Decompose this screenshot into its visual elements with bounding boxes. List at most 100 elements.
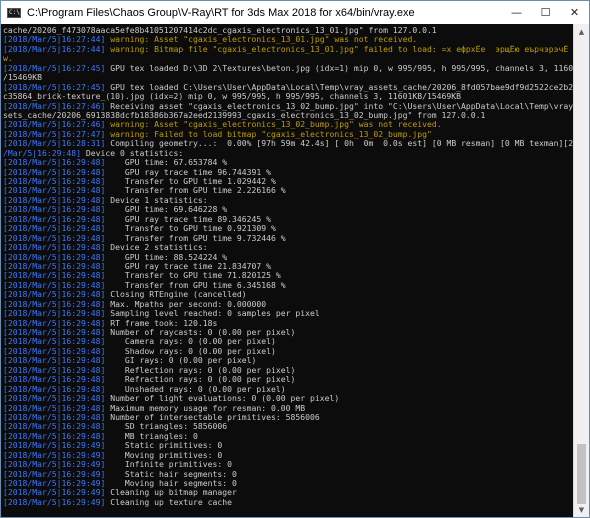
log-message-text: Receiving asset "cgaxis_electronics_13_0… xyxy=(105,101,574,111)
log-timestamp: [2018/Mar/5|16:27:44] xyxy=(3,35,106,45)
log-timestamp: [2018/Mar/5|16:29:49] xyxy=(3,469,106,479)
log-timestamp: [2018/Mar/5|16:29:48] xyxy=(3,290,106,300)
log-timestamp: [2018/Mar/5|16:29:48] xyxy=(3,318,106,328)
console-line: [2018/Mar/5|16:29:49] Cleaning up textur… xyxy=(3,498,574,507)
log-timestamp: [2018/Mar/5|16:27:45] xyxy=(3,63,106,73)
log-warning-text: warning: Failed to load bitmap "cgaxis_e… xyxy=(105,129,432,139)
log-message-text: Maximum memory usage for resman: 0.00 MB xyxy=(105,403,306,413)
console-line: [2018/Mar/5|16:29:48] Sampling level rea… xyxy=(3,309,574,318)
console-line: [2018/Mar/5|16:29:48] SD triangles: 5856… xyxy=(3,422,574,431)
console-output[interactable]: cache/20206_f473078aaca5efe8b41051207414… xyxy=(3,26,574,517)
log-timestamp: [2018/Mar/5|16:29:48] xyxy=(3,252,106,262)
log-message-text: Device 1 statistics: xyxy=(105,195,208,205)
scroll-up-arrow-icon[interactable]: ▲ xyxy=(574,24,589,39)
console-line: [2018/Mar/5|16:29:48] Transfer to GPU ti… xyxy=(3,224,574,233)
log-message-text: GPU tex loaded C:\Users\User\AppData\Loc… xyxy=(105,82,574,92)
log-message-text: Refraction rays: 0 (0.00 per pixel) xyxy=(105,375,296,385)
console-app-icon[interactable]: C:\ xyxy=(7,7,21,18)
console-line: [2018/Mar/5|16:27:44] warning: Bitmap fi… xyxy=(3,45,574,54)
log-timestamp: [2018/Mar/5|16:29:48] xyxy=(3,271,106,281)
log-message-text: GI rays: 0 (0.00 per pixel) xyxy=(105,356,257,366)
maximize-button[interactable]: ☐ xyxy=(531,1,560,24)
log-message-text: Transfer to GPU time 71.820125 % xyxy=(105,271,281,281)
console-line: [2018/Mar/5|16:29:48] Shadow rays: 0 (0.… xyxy=(3,347,574,356)
console-line: [2018/Mar/5|16:29:48] GPU ray trace time… xyxy=(3,168,574,177)
log-timestamp: [2018/Mar/5|16:29:48] xyxy=(3,158,106,168)
console-line: sets_cache/20206_6913838dcfb18386b367a2e… xyxy=(3,111,574,120)
log-timestamp: [2018/Mar/5|16:29:48] xyxy=(3,205,106,215)
log-message-text: Moving primitives: 0 xyxy=(105,450,223,460)
log-timestamp: [2018/Mar/5|16:29:48] xyxy=(3,177,106,186)
console-line: [2018/Mar/5|16:29:48] Reflection rays: 0… xyxy=(3,366,574,375)
log-message-text: GPU time: 67.653784 % xyxy=(105,158,228,168)
log-timestamp: [2018/Mar/5|16:27:45] xyxy=(3,82,106,92)
log-message-text: Camera rays: 0 (0.00 per pixel) xyxy=(105,337,276,347)
log-timestamp: [2018/Mar/5|16:27:47] xyxy=(3,129,106,139)
log-message-text: Device 0 statistics: xyxy=(80,148,184,158)
console-line: [2018/Mar/5|16:27:47] warning: Failed to… xyxy=(3,130,574,139)
console-line: [2018/Mar/5|16:29:49] Infinite primitive… xyxy=(3,460,574,469)
console-line: [2018/Mar/5|16:27:44] warning: Asset "cg… xyxy=(3,35,574,44)
console-line: [2018/Mar/5|16:29:48] Number of intersec… xyxy=(3,413,574,422)
log-timestamp: [2018/Mar/5|16:29:48] xyxy=(3,337,106,347)
console-line: [2018/Mar/5|16:29:48] GPU time: 69.64622… xyxy=(3,205,574,214)
console-app-icon-label: C:\ xyxy=(9,8,20,16)
log-timestamp: [2018/Mar/5|16:29:48] xyxy=(3,422,106,432)
log-message-text: Static primitives: 0 xyxy=(105,441,223,451)
console-line: [2018/Mar/5|16:29:48] Maximum memory usa… xyxy=(3,404,574,413)
log-warning-text: w. xyxy=(3,54,13,64)
log-timestamp: [2018/Mar/5|16:29:48] xyxy=(3,384,106,394)
console-line: [2018/Mar/5|16:29:49] Cleaning up bitmap… xyxy=(3,488,574,497)
console-line: [2018/Mar/5|16:29:48] Transfer from GPU … xyxy=(3,186,574,195)
console-line: [2018/Mar/5|16:29:48] Closing RTEngine (… xyxy=(3,290,574,299)
close-button[interactable]: ✕ xyxy=(560,1,589,24)
log-message-text: MB triangles: 0 xyxy=(105,431,198,441)
console-line: [2018/Mar/5|16:27:46] Receiving asset "c… xyxy=(3,102,574,111)
console-line: [2018/Mar/5|16:29:48] Device 1 statistic… xyxy=(3,196,574,205)
log-message-text: GPU tex loaded D:\3D 2\Textures\beton.jp… xyxy=(105,63,574,73)
vertical-scrollbar[interactable]: ▲ ▼ xyxy=(573,24,589,517)
log-timestamp: [2018/Mar/5|16:29:48] xyxy=(3,412,106,422)
console-line: /Mar/5|16:29:48] Device 0 statistics: xyxy=(3,149,574,158)
log-timestamp: [2018/Mar/5|16:29:48] xyxy=(3,167,106,177)
console-line: [2018/Mar/5|16:29:49] Moving hair segmen… xyxy=(3,479,574,488)
log-timestamp: [2018/Mar/5|16:29:49] xyxy=(3,450,106,460)
log-message-text: /15469KB xyxy=(3,73,42,83)
log-timestamp: [2018/Mar/5|16:27:44] xyxy=(3,44,106,54)
log-timestamp: [2018/Mar/5|16:29:49] xyxy=(3,460,106,470)
window-controls: — ☐ ✕ xyxy=(502,1,589,24)
console-line: [2018/Mar/5|16:29:48] GI rays: 0 (0.00 p… xyxy=(3,356,574,365)
log-timestamp: [2018/Mar/5|16:28:31] xyxy=(3,139,106,149)
log-message-text: Number of raycasts: 0 (0.00 per pixel) xyxy=(105,328,296,337)
log-message-text: GPU ray trace time 96.744391 % xyxy=(105,167,272,177)
window-title: C:\Program Files\Chaos Group\V-Ray\RT fo… xyxy=(27,6,415,19)
scroll-down-arrow-icon[interactable]: ▼ xyxy=(574,502,589,517)
log-message-text: Number of light evaluations: 0 (0.00 per… xyxy=(105,394,340,404)
console-line: [2018/Mar/5|16:29:49] Moving primitives:… xyxy=(3,451,574,460)
log-message-text: GPU time: 88.524224 % xyxy=(105,252,228,262)
log-timestamp: [2018/Mar/5|16:29:49] xyxy=(3,441,106,451)
console-line: [2018/Mar/5|16:29:48] Transfer from GPU … xyxy=(3,281,574,290)
log-message-text: Compiling geometry...: 0.00% [97h 59m 42… xyxy=(105,139,574,149)
console-line: [2018/Mar/5|16:29:48] Number of raycasts… xyxy=(3,328,574,337)
console-line: [2018/Mar/5|16:29:48] Unshaded rays: 0 (… xyxy=(3,385,574,394)
log-message-text: Transfer to GPU time 1.029442 % xyxy=(105,177,276,186)
console-line: [2018/Mar/5|16:27:45] GPU tex loaded D:\… xyxy=(3,64,574,73)
console-line: [2018/Mar/5|16:28:31] Compiling geometry… xyxy=(3,139,574,148)
log-message-text: Transfer to GPU time 0.921309 % xyxy=(105,224,276,234)
log-timestamp: [2018/Mar/5|16:29:48] xyxy=(3,356,106,366)
title-bar[interactable]: C:\ C:\Program Files\Chaos Group\V-Ray\R… xyxy=(1,1,589,24)
log-message-text: Transfer from GPU time 2.226166 % xyxy=(105,186,286,196)
log-timestamp: [2018/Mar/5|16:29:48] xyxy=(3,280,106,290)
log-timestamp: [2018/Mar/5|16:29:48] xyxy=(3,243,106,253)
scroll-thumb[interactable] xyxy=(577,444,586,504)
minimize-button[interactable]: — xyxy=(502,1,531,24)
console-line: [2018/Mar/5|16:29:48] Number of light ev… xyxy=(3,394,574,403)
log-message-text: Unshaded rays: 0 (0.00 per pixel) xyxy=(105,384,286,394)
log-warning-text: warning: Bitmap file "cgaxis_electronics… xyxy=(105,44,574,54)
log-message-text: Static hair segments: 0 xyxy=(105,469,237,479)
log-message-text: Transfer from GPU time 9.732446 % xyxy=(105,233,286,243)
log-timestamp: [2018/Mar/5|16:29:48] xyxy=(3,261,106,271)
log-message-text: Shadow rays: 0 (0.00 per pixel) xyxy=(105,346,276,356)
console-line: [2018/Mar/5|16:29:48] Transfer to GPU ti… xyxy=(3,271,574,280)
